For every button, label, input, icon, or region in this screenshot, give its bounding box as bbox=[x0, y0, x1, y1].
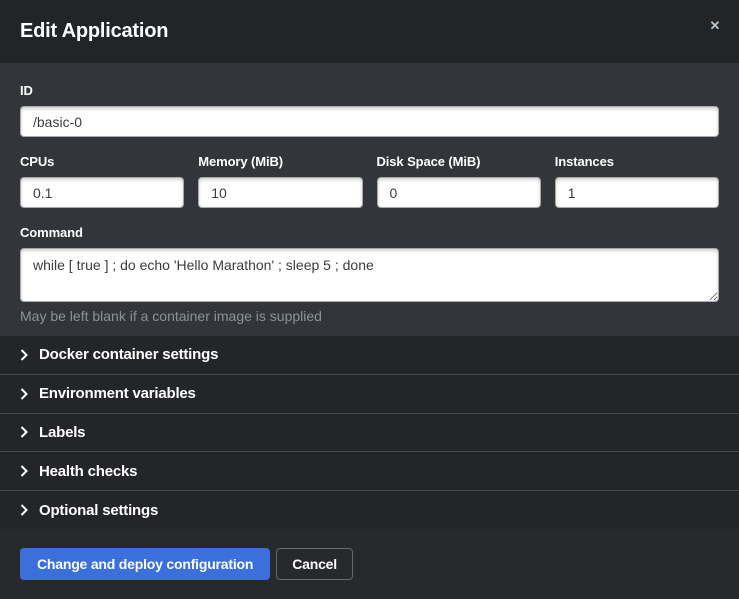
section-label: Optional settings bbox=[39, 502, 158, 519]
section-docker-container-settings[interactable]: Docker container settings bbox=[0, 336, 739, 375]
modal-title: Edit Application bbox=[20, 20, 168, 43]
instances-field-group: Instances bbox=[555, 154, 719, 208]
disk-field-group: Disk Space (MiB) bbox=[377, 154, 541, 208]
id-input[interactable] bbox=[20, 106, 719, 137]
chevron-right-icon bbox=[20, 426, 28, 438]
section-health-checks[interactable]: Health checks bbox=[0, 452, 739, 491]
section-labels[interactable]: Labels bbox=[0, 414, 739, 453]
id-label: ID bbox=[20, 83, 719, 98]
accordion: Docker container settings Environment va… bbox=[0, 336, 739, 529]
section-environment-variables[interactable]: Environment variables bbox=[0, 375, 739, 414]
disk-input[interactable] bbox=[377, 177, 541, 208]
edit-application-modal: Edit Application ✕ ID CPUs Memory (MiB) … bbox=[0, 0, 739, 599]
command-help-text: May be left blank if a container image i… bbox=[20, 308, 719, 324]
modal-header: Edit Application ✕ bbox=[0, 0, 739, 63]
cpus-input[interactable] bbox=[20, 177, 184, 208]
id-field-group: ID bbox=[20, 83, 719, 137]
form-section: ID CPUs Memory (MiB) Disk Space (MiB) In… bbox=[0, 63, 739, 336]
disk-label: Disk Space (MiB) bbox=[377, 154, 541, 169]
memory-input[interactable] bbox=[198, 177, 362, 208]
close-icon[interactable]: ✕ bbox=[705, 16, 725, 36]
instances-label: Instances bbox=[555, 154, 719, 169]
section-optional-settings[interactable]: Optional settings bbox=[0, 491, 739, 529]
chevron-right-icon bbox=[20, 349, 28, 361]
chevron-right-icon bbox=[20, 504, 28, 516]
memory-field-group: Memory (MiB) bbox=[198, 154, 362, 208]
modal-footer: Change and deploy configuration Cancel bbox=[0, 529, 739, 599]
instances-input[interactable] bbox=[555, 177, 719, 208]
command-textarea[interactable]: while [ true ] ; do echo 'Hello Marathon… bbox=[20, 248, 719, 302]
resources-row: CPUs Memory (MiB) Disk Space (MiB) Insta… bbox=[20, 154, 719, 208]
command-label: Command bbox=[20, 225, 719, 240]
chevron-right-icon bbox=[20, 388, 28, 400]
memory-label: Memory (MiB) bbox=[198, 154, 362, 169]
cancel-button[interactable]: Cancel bbox=[276, 548, 353, 580]
section-label: Health checks bbox=[39, 463, 137, 480]
cpus-label: CPUs bbox=[20, 154, 184, 169]
command-field-group: Command while [ true ] ; do echo 'Hello … bbox=[20, 225, 719, 324]
section-label: Environment variables bbox=[39, 385, 196, 402]
cpus-field-group: CPUs bbox=[20, 154, 184, 208]
chevron-right-icon bbox=[20, 465, 28, 477]
section-label: Labels bbox=[39, 424, 85, 441]
section-label: Docker container settings bbox=[39, 346, 218, 363]
change-and-deploy-button[interactable]: Change and deploy configuration bbox=[20, 548, 270, 580]
